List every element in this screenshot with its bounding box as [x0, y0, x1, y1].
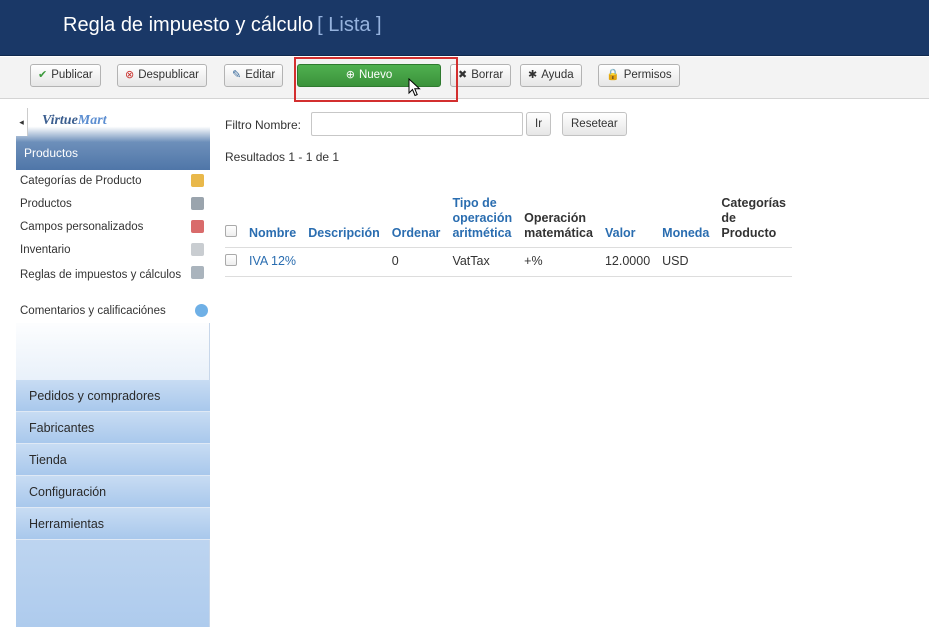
- sidebar-menu: Categorías de Producto Productos Campos …: [16, 170, 210, 323]
- chart-icon: [191, 243, 204, 256]
- column-header-name[interactable]: Nombre: [243, 192, 302, 248]
- delete-label: Borrar: [471, 69, 504, 81]
- sidebar-group-shop[interactable]: Tienda: [16, 444, 210, 476]
- sidebar-group-manufacturers[interactable]: Fabricantes: [16, 412, 210, 444]
- filter-label: Filtro Nombre:: [225, 118, 302, 132]
- highlight-annotation: [294, 57, 458, 102]
- sidebar-item-label: Categorías de Producto: [20, 175, 142, 187]
- collapse-sidebar-icon[interactable]: ◂: [16, 108, 28, 136]
- column-header-order[interactable]: Ordenar: [386, 192, 447, 248]
- row-checkbox[interactable]: [225, 254, 237, 266]
- results-count: Resultados 1 - 1 de 1: [225, 150, 340, 164]
- sidebar-item-label: Productos: [20, 198, 72, 210]
- x-circle-icon: ⊗: [125, 69, 135, 81]
- cell-value: 12.0000: [598, 247, 657, 277]
- camera-icon: [191, 197, 204, 210]
- publish-button[interactable]: ✔ Publicar: [30, 64, 101, 87]
- sidebar-item-label: Reglas de impuestos y cálculos: [20, 269, 182, 281]
- virtuemart-logo: VirtueMart: [42, 113, 107, 129]
- sidebar-item-label: Campos personalizados: [20, 221, 144, 233]
- calculator-icon: [191, 266, 204, 279]
- edit-icon: ✎: [232, 69, 242, 81]
- permissions-button[interactable]: 🔒 Permisos: [598, 64, 680, 87]
- page-subtitle: [ Lista ]: [317, 14, 382, 36]
- sidebar-item-products[interactable]: Productos: [16, 193, 210, 216]
- sidebar-groups: Pedidos y compradores Fabricantes Tienda…: [16, 380, 210, 540]
- sidebar-group-configuration[interactable]: Configuración: [16, 476, 210, 508]
- select-all-checkbox[interactable]: [225, 225, 237, 237]
- sidebar-item-inventory[interactable]: Inventario: [16, 239, 210, 262]
- row-select-cell: [225, 247, 243, 277]
- permissions-label: Permisos: [623, 69, 672, 81]
- filter-name-input[interactable]: [311, 112, 523, 136]
- comment-icon: [195, 304, 208, 317]
- unpublish-button[interactable]: ⊗ Despublicar: [117, 64, 207, 87]
- logo-text-mart: Mart: [77, 113, 107, 128]
- sidebar-item-reviews[interactable]: Comentarios y calificaciónes: [16, 300, 210, 323]
- page-title: Regla de impuesto y cálculo[ Lista ]: [63, 14, 382, 37]
- column-header-math-operation: Operación matemática: [524, 211, 593, 240]
- logo-text-virtue: Virtue: [42, 113, 78, 128]
- sidebar-item-tax-rules[interactable]: Reglas de impuestos y cálculos: [16, 262, 210, 300]
- unpublish-label: Despublicar: [138, 69, 199, 81]
- sidebar-item-label: Comentarios y calificaciónes: [20, 305, 166, 317]
- folder-icon: [191, 174, 204, 187]
- cell-order: 0: [385, 247, 447, 277]
- sidebar-header: ◂ VirtueMart Productos: [16, 108, 210, 170]
- sidebar-item-label: Inventario: [20, 244, 71, 256]
- sidebar-item-categories[interactable]: Categorías de Producto: [16, 170, 210, 193]
- cell-operation-type: VatTax: [446, 247, 519, 277]
- page-title-text: Regla de impuesto y cálculo: [63, 14, 314, 36]
- close-icon: ✖: [458, 69, 468, 81]
- tax-rules-table: Nombre Descripción Ordenar Tipo de opera…: [225, 192, 792, 277]
- column-header-categories: Categorías de Producto: [721, 196, 786, 240]
- cell-name-link[interactable]: IVA 12%: [243, 247, 303, 277]
- checkmark-icon: ✔: [38, 69, 48, 81]
- fields-icon: [191, 220, 204, 233]
- help-label: Ayuda: [541, 69, 574, 81]
- column-header-value[interactable]: Valor: [599, 192, 656, 248]
- gear-icon: ✱: [528, 69, 538, 81]
- table-row: IVA 12% 0 VatTax +% 12.0000 USD: [225, 247, 792, 277]
- lock-icon: 🔒: [606, 69, 620, 81]
- reset-button[interactable]: Resetear: [562, 112, 627, 136]
- sidebar: ◂ VirtueMart Productos Categorías de Pro…: [16, 108, 210, 627]
- sidebar-item-custom-fields[interactable]: Campos personalizados: [16, 216, 210, 239]
- sidebar-section-title[interactable]: Productos: [24, 146, 78, 160]
- sidebar-group-tools[interactable]: Herramientas: [16, 508, 210, 540]
- toolbar: ✔ Publicar ⊗ Despublicar ✎ Editar ⊕ Nuevo ✖ B…: [0, 57, 929, 99]
- mouse-cursor-icon: [408, 78, 421, 97]
- select-all-cell: [225, 192, 243, 248]
- page-header: Regla de impuesto y cálculo[ Lista ]: [0, 0, 929, 56]
- column-header-currency[interactable]: Moneda: [656, 192, 715, 248]
- cell-categories: [715, 247, 792, 277]
- column-header-operation-type[interactable]: Tipo de operación aritmética: [446, 192, 518, 248]
- table-header-row: Nombre Descripción Ordenar Tipo de opera…: [225, 192, 792, 248]
- cell-description: [302, 247, 386, 277]
- publish-label: Publicar: [51, 69, 93, 81]
- cell-currency: USD: [656, 247, 716, 277]
- cell-math-operation: +%: [518, 247, 599, 277]
- go-button[interactable]: Ir: [526, 112, 552, 136]
- edit-label: Editar: [245, 69, 276, 81]
- edit-button[interactable]: ✎ Editar: [224, 64, 284, 87]
- column-header-description[interactable]: Descripción: [302, 192, 386, 248]
- help-button[interactable]: ✱ Ayuda: [520, 64, 582, 87]
- delete-button[interactable]: ✖ Borrar: [450, 64, 512, 87]
- sidebar-group-orders[interactable]: Pedidos y compradores: [16, 380, 210, 412]
